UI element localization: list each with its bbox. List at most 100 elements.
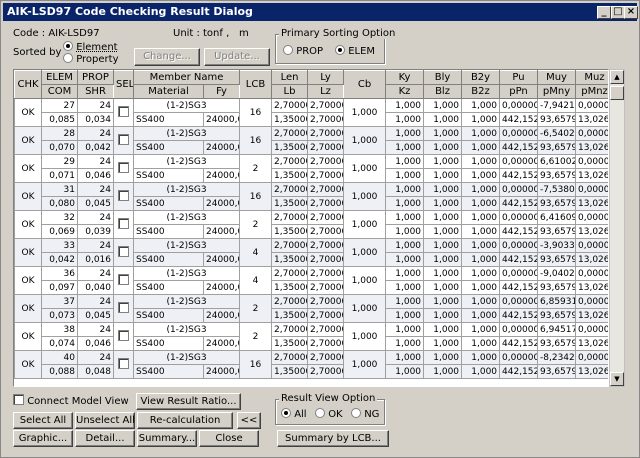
table-row-sub[interactable]: 0,088 0,048 SS400 24000,0 1,35000 2,70000 1,00… bbox=[15, 364, 608, 379]
close-button[interactable]: Close bbox=[199, 430, 259, 447]
cell-com: 0,088 bbox=[41, 364, 78, 379]
connect-model-view-checkbox[interactable]: Connect Model View bbox=[13, 394, 129, 407]
view-result-ratio-button[interactable]: View Result Ratio... bbox=[136, 393, 241, 410]
vertical-scrollbar[interactable]: ▲ ▼ bbox=[609, 69, 625, 387]
header-b2z[interactable]: B2z bbox=[461, 84, 501, 99]
header-shr[interactable]: SHR bbox=[77, 84, 114, 99]
table-row[interactable]: OK 40 24 (1-2)SG3 16 2,70000 2,70000 1,000 1,000… bbox=[14, 350, 608, 379]
header-lz[interactable]: Lz bbox=[307, 84, 345, 99]
header-cb[interactable]: Cb bbox=[343, 70, 387, 99]
header-chk[interactable]: CHK bbox=[14, 70, 42, 99]
recalculation-button[interactable]: Re-calculation bbox=[137, 412, 233, 429]
table-row[interactable]: OK 31 24 (1-2)SG3 16 2,70000 2,70000 1,000 1,000… bbox=[14, 182, 608, 211]
header-pu[interactable]: Pu bbox=[499, 70, 539, 85]
header-material[interactable]: Material bbox=[133, 84, 204, 99]
header-sel[interactable]: SEL bbox=[113, 70, 134, 99]
header-b2y[interactable]: B2y bbox=[461, 70, 501, 85]
collapse-button[interactable]: << bbox=[237, 412, 261, 429]
scroll-down-icon[interactable]: ▼ bbox=[610, 372, 624, 386]
header-len[interactable]: Len bbox=[271, 70, 309, 85]
header-muz[interactable]: Muz bbox=[575, 70, 608, 85]
table-row-sub[interactable]: 0,071 0,046 SS400 24000,0 1,35000 2,70000 1,00… bbox=[15, 168, 608, 183]
result-view-ok-radio[interactable]: OK bbox=[315, 408, 343, 420]
header-kz[interactable]: Kz bbox=[385, 84, 425, 99]
table-row[interactable]: OK 37 24 (1-2)SG3 2 2,70000 2,70000 1,000 1,000 1… bbox=[14, 294, 608, 323]
table-row[interactable]: OK 33 24 (1-2)SG3 4 2,70000 2,70000 1,000 1,000 1… bbox=[14, 238, 608, 267]
checkbox-icon[interactable] bbox=[118, 218, 129, 229]
cell-sel[interactable] bbox=[113, 182, 134, 211]
scroll-up-icon[interactable]: ▲ bbox=[610, 70, 624, 84]
cell-sel[interactable] bbox=[113, 322, 134, 351]
header-prop[interactable]: PROP bbox=[77, 70, 114, 85]
header-pmny[interactable]: pMny bbox=[537, 84, 577, 99]
header-elem[interactable]: ELEM bbox=[41, 70, 78, 85]
cell-pu: 0,00000 bbox=[499, 322, 539, 337]
table-row[interactable]: OK 29 24 (1-2)SG3 2 2,70000 2,70000 1,000 1,000 1… bbox=[14, 154, 608, 183]
table-row-sub[interactable]: 0,042 0,016 SS400 24000,0 1,35000 2,70000 1,00… bbox=[15, 252, 608, 267]
cell-sel[interactable] bbox=[113, 126, 134, 155]
change-button[interactable]: Change... bbox=[134, 48, 200, 66]
close-window-button[interactable]: × bbox=[624, 6, 638, 19]
update-button[interactable]: Update... bbox=[204, 48, 270, 66]
title-bar[interactable]: AIK-LSD97 Code Checking Result Dialog _ … bbox=[3, 3, 638, 21]
header-member-name[interactable]: Member Name bbox=[132, 70, 241, 85]
table-row-sub[interactable]: 0,085 0,034 SS400 24000,0 1,35000 2,70000 1,00… bbox=[15, 112, 608, 127]
cell-ly: 2,70000 bbox=[307, 154, 345, 169]
cell-sel[interactable] bbox=[113, 98, 134, 127]
minimize-button[interactable]: _ bbox=[597, 6, 611, 19]
table-row[interactable]: OK 36 24 (1-2)SG3 4 2,70000 2,70000 1,000 1,000 1… bbox=[14, 266, 608, 295]
header-ppn[interactable]: pPn bbox=[499, 84, 539, 99]
header-b1y[interactable]: Bly bbox=[423, 70, 463, 85]
cell-sel[interactable] bbox=[113, 266, 134, 295]
header-lb[interactable]: Lb bbox=[271, 84, 309, 99]
checkbox-icon[interactable] bbox=[118, 106, 129, 117]
primary-sort-elem-radio[interactable]: ELEM bbox=[335, 45, 375, 57]
scroll-thumb[interactable] bbox=[610, 86, 624, 100]
checkbox-icon[interactable] bbox=[118, 134, 129, 145]
table-row-sub[interactable]: 0,080 0,045 SS400 24000,0 1,35000 2,70000 1,00… bbox=[15, 196, 608, 211]
header-b1z[interactable]: Blz bbox=[423, 84, 463, 99]
checkbox-icon[interactable] bbox=[118, 246, 129, 257]
summary-button[interactable]: Summary... bbox=[137, 430, 197, 447]
header-fy[interactable]: Fy bbox=[202, 84, 241, 99]
detail-button[interactable]: Detail... bbox=[75, 430, 135, 447]
table-row-sub[interactable]: 0,097 0,040 SS400 24000,0 1,35000 2,70000 1,00… bbox=[15, 280, 608, 295]
table-row[interactable]: OK 38 24 (1-2)SG3 2 2,70000 2,70000 1,000 1,000 1… bbox=[14, 322, 608, 351]
table-row[interactable]: OK 32 24 (1-2)SG3 2 2,70000 2,70000 1,000 1,000 1… bbox=[14, 210, 608, 239]
sort-element-radio[interactable]: Element bbox=[63, 41, 118, 53]
unselect-all-button[interactable]: Unselect All bbox=[75, 412, 135, 429]
table-row-sub[interactable]: 0,070 0,042 SS400 24000,0 1,35000 2,70000 1,00… bbox=[15, 140, 608, 155]
unit-label: Unit : bbox=[173, 28, 200, 39]
header-ly[interactable]: Ly bbox=[307, 70, 345, 85]
cell-sel[interactable] bbox=[113, 350, 134, 379]
header-com[interactable]: COM bbox=[41, 84, 78, 99]
checkbox-icon[interactable] bbox=[118, 274, 129, 285]
result-view-all-radio[interactable]: All bbox=[281, 408, 307, 420]
header-pmnz[interactable]: pMnz bbox=[575, 84, 608, 99]
result-view-ng-radio[interactable]: NG bbox=[351, 408, 379, 420]
cell-sel[interactable] bbox=[113, 154, 134, 183]
checkbox-icon[interactable] bbox=[118, 358, 129, 369]
maximize-button[interactable]: □ bbox=[611, 6, 625, 19]
checkbox-icon[interactable] bbox=[118, 330, 129, 341]
table-row-sub[interactable]: 0,069 0,039 SS400 24000,0 1,35000 2,70000 1,00… bbox=[15, 224, 608, 239]
cell-sel[interactable] bbox=[113, 210, 134, 239]
sort-property-radio[interactable]: Property bbox=[63, 53, 119, 65]
header-muy[interactable]: Muy bbox=[537, 70, 577, 85]
primary-sort-prop-radio[interactable]: PROP bbox=[283, 45, 323, 57]
table-row[interactable]: OK 28 24 (1-2)SG3 16 2,70000 2,70000 1,000 1,000… bbox=[14, 126, 608, 155]
header-lcb[interactable]: LCB bbox=[239, 70, 273, 99]
select-all-button[interactable]: Select All bbox=[13, 412, 73, 429]
summary-by-lcb-button[interactable]: Summary by LCB... bbox=[277, 430, 389, 447]
header-ky[interactable]: Ky bbox=[385, 70, 425, 85]
checkbox-icon[interactable] bbox=[118, 162, 129, 173]
cell-sel[interactable] bbox=[113, 294, 134, 323]
graphic-button[interactable]: Graphic... bbox=[13, 430, 73, 447]
table-row-sub[interactable]: 0,073 0,045 SS400 24000,0 1,35000 2,70000 1,00… bbox=[15, 308, 608, 323]
result-grid[interactable]: CHK ELEM PROP SEL Member Name LCB Len Ly… bbox=[13, 69, 609, 387]
cell-sel[interactable] bbox=[113, 238, 134, 267]
checkbox-icon[interactable] bbox=[118, 190, 129, 201]
table-row[interactable]: OK 27 24 (1-2)SG3 16 2,70000 2,70000 1,000 1,000… bbox=[14, 98, 608, 127]
table-row-sub[interactable]: 0,074 0,046 SS400 24000,0 1,35000 2,70000 1,00… bbox=[15, 336, 608, 351]
checkbox-icon[interactable] bbox=[118, 302, 129, 313]
